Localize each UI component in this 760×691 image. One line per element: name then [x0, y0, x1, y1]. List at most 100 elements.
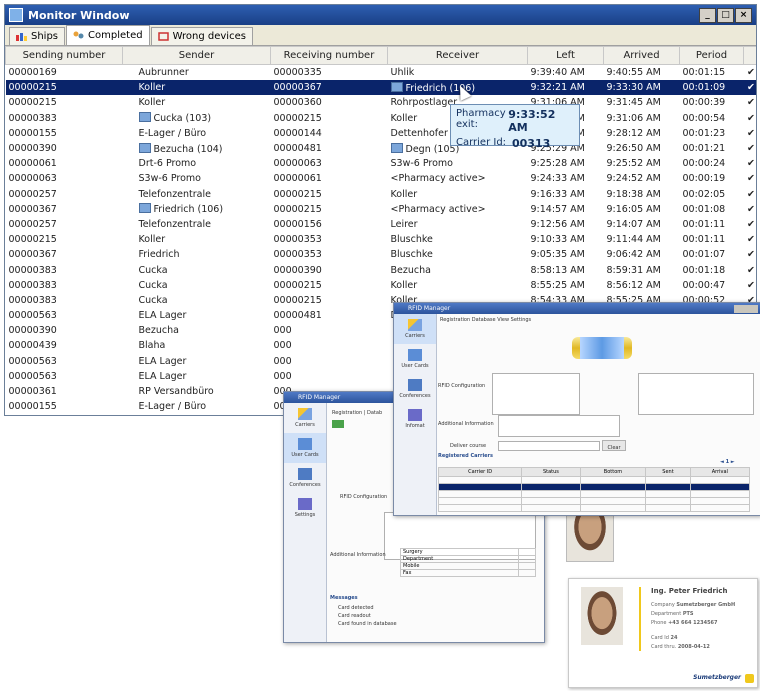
card-icon [138, 203, 151, 214]
checkmark-icon: ✔ [747, 188, 755, 200]
column-header-status[interactable] [743, 46, 756, 65]
brand-logo: Sumetzberger [693, 674, 741, 681]
conferences-icon [298, 468, 312, 480]
message-2: Card readout [338, 613, 371, 619]
table-row[interactable]: 00000367 Friedrich 00000353 Bluschke 9:05:35… [6, 247, 757, 262]
tab-wrong-devices[interactable]: Wrong devices [150, 27, 253, 45]
checkmark-icon: ✔ [747, 127, 755, 139]
rfid-sidebar: Carriers User Cards Conferences Infomat [394, 314, 437, 515]
tab-completed[interactable]: Completed [66, 25, 150, 45]
wrong-devices-icon [157, 32, 169, 41]
pharmacy-exit-value: 9:33:52 AM [508, 108, 556, 134]
ships-icon [16, 33, 27, 41]
checkmark-icon: ✔ [747, 112, 755, 124]
shipment-tooltip: Pharmacy exit: 9:33:52 AM Carrier Id: 0031… [450, 104, 580, 150]
table-row[interactable]: 00000257 Telefonzentrale 00000215 Koller 9:1… [6, 187, 757, 202]
sidebar-item-settings[interactable]: Settings [284, 493, 326, 523]
table-row[interactable]: 00000155 E-Lager / Büro 00000144 Dettenhofe… [6, 126, 757, 141]
table-row[interactable]: 00000257 Telefonzentrale 00000156 Leirer 9:1… [6, 217, 757, 232]
registered-carriers-table: Carrier ID Status Bottom Sent Arrival [437, 467, 751, 512]
user-cards-icon [408, 349, 422, 361]
table-row[interactable]: 00000215 Koller 00000360 Rohrpostlager 9:31:… [6, 95, 757, 110]
column-header[interactable]: Sending number [5, 46, 123, 65]
column-header[interactable]: Receiving number [270, 46, 388, 65]
table-row[interactable]: 00000383Cucka (103)00000215Koller9:30:54… [6, 111, 757, 126]
window-controls[interactable] [734, 304, 758, 313]
sidebar-item-conferences[interactable]: Conferences [284, 463, 326, 493]
sidebar-item-carriers[interactable]: Carriers [394, 314, 436, 344]
rfid-sidebar: Carriers User Cards Conferences Settings [284, 403, 327, 642]
table-row[interactable]: 00000063 S3w-6 Promo 00000061 <Pharmacy act… [6, 171, 757, 186]
card-divider [639, 587, 641, 651]
column-header[interactable]: Receiver [387, 46, 528, 65]
carrier-id-value: 00313 [512, 137, 551, 150]
additional-info-field[interactable] [498, 415, 620, 437]
checkmark-icon: ✔ [747, 173, 755, 185]
table-row[interactable]: 00000215 Koller 00000353 Bluschke 9:10:33 AM… [6, 232, 757, 247]
checkmark-icon: ✔ [747, 158, 755, 170]
checkmark-icon: ✔ [747, 218, 755, 230]
column-header[interactable]: Left [527, 46, 604, 65]
course-select[interactable] [498, 441, 600, 451]
column-header[interactable]: Arrived [603, 46, 680, 65]
checkmark-icon: ✔ [747, 67, 755, 79]
card-icon [138, 142, 151, 153]
table-row[interactable]: 00000215 Koller 00000367 Friedrich (106) 9:3… [5, 80, 756, 96]
sidebar-item-carriers[interactable]: Carriers [284, 403, 326, 433]
message-1: Card detected [338, 605, 374, 611]
card-icon [390, 81, 403, 92]
checkmark-icon: ✔ [747, 234, 755, 246]
brand-icon [745, 674, 754, 683]
clear-button[interactable]: Clear [602, 440, 626, 451]
tab-bar: Ships Completed Wrong devices [5, 25, 756, 46]
carriers-icon [298, 408, 312, 420]
config-right-box [638, 373, 754, 415]
user-cards-icon [298, 438, 312, 450]
sidebar-item-user-cards[interactable]: User Cards [284, 433, 326, 463]
table-row[interactable]: 00000061 Drt-6 Promo 00000063 S3w-6 Promo 9:… [6, 156, 757, 171]
sidebar-item-user-cards[interactable]: User Cards [394, 344, 436, 374]
user-card: Ing. Peter Friedrich Company Sumetzberge… [568, 578, 758, 688]
settings-icon [298, 498, 312, 510]
checkmark-icon: ✔ [747, 264, 755, 276]
table-row[interactable]: 00000383 Cucka 00000390 Bezucha 8:58:13 AM 8:… [6, 262, 757, 277]
sidebar-item-infomat[interactable]: Infomat [394, 404, 436, 434]
maximize-button[interactable]: □ [717, 7, 734, 23]
config-left-box [492, 373, 580, 415]
status-icon [332, 420, 344, 428]
back-tabs: Registration | Datab [332, 410, 383, 416]
window-title: Monitor Window [28, 8, 130, 22]
front-tabs: Registration Database View Settings [440, 317, 532, 323]
column-header[interactable]: Sender [122, 46, 271, 65]
checkmark-icon: ✔ [743, 80, 756, 96]
tab-ships[interactable]: Ships [9, 27, 66, 45]
table-row[interactable]: 00000367 Friedrich (106) 00000215 <Pharmacy… [6, 202, 757, 217]
card-photo [581, 587, 623, 645]
column-header[interactable]: Period [679, 46, 744, 65]
conferences-icon [408, 379, 422, 391]
table-row[interactable]: 00000383 Cucka 00000215 Koller 8:55:25 AM 8:5… [6, 278, 757, 293]
checkmark-icon: ✔ [747, 249, 755, 261]
table-row[interactable]: 00000169 Aubrunner 00000335 Uhlik 9:39:40 AM… [6, 65, 757, 81]
card-icon [138, 112, 151, 123]
table-row[interactable]: 00000390 Bezucha (104) 00000481 Degn (105) 9… [6, 141, 757, 156]
title-bar: Monitor Window _ □ × [5, 5, 756, 25]
minimize-button[interactable]: _ [699, 7, 716, 23]
checkmark-icon: ✔ [747, 279, 755, 291]
header-row: Sending number Sender Receiving number Rece… [5, 46, 756, 65]
completed-icon [73, 31, 84, 39]
pager[interactable]: ◄ 1 ► [720, 459, 735, 465]
rfid-manager-front: RFID Manager Carriers User Cards Confere… [393, 302, 760, 516]
card-icon [390, 142, 403, 153]
message-3: Card found in database [338, 621, 397, 627]
close-button[interactable]: × [735, 7, 752, 23]
card-details: Company Sumetzberger GmbH Department PTS… [651, 602, 736, 650]
checkmark-icon: ✔ [747, 143, 755, 155]
checkmark-icon: ✔ [747, 203, 755, 215]
sidebar-item-conferences[interactable]: Conferences [394, 374, 436, 404]
infomat-icon [408, 409, 422, 421]
carriers-icon [408, 319, 422, 331]
checkmark-icon: ✔ [747, 97, 755, 109]
additional-info-table: Surgery Department Mobile Fax [399, 548, 536, 577]
carrier-capsule-icon [572, 337, 632, 359]
